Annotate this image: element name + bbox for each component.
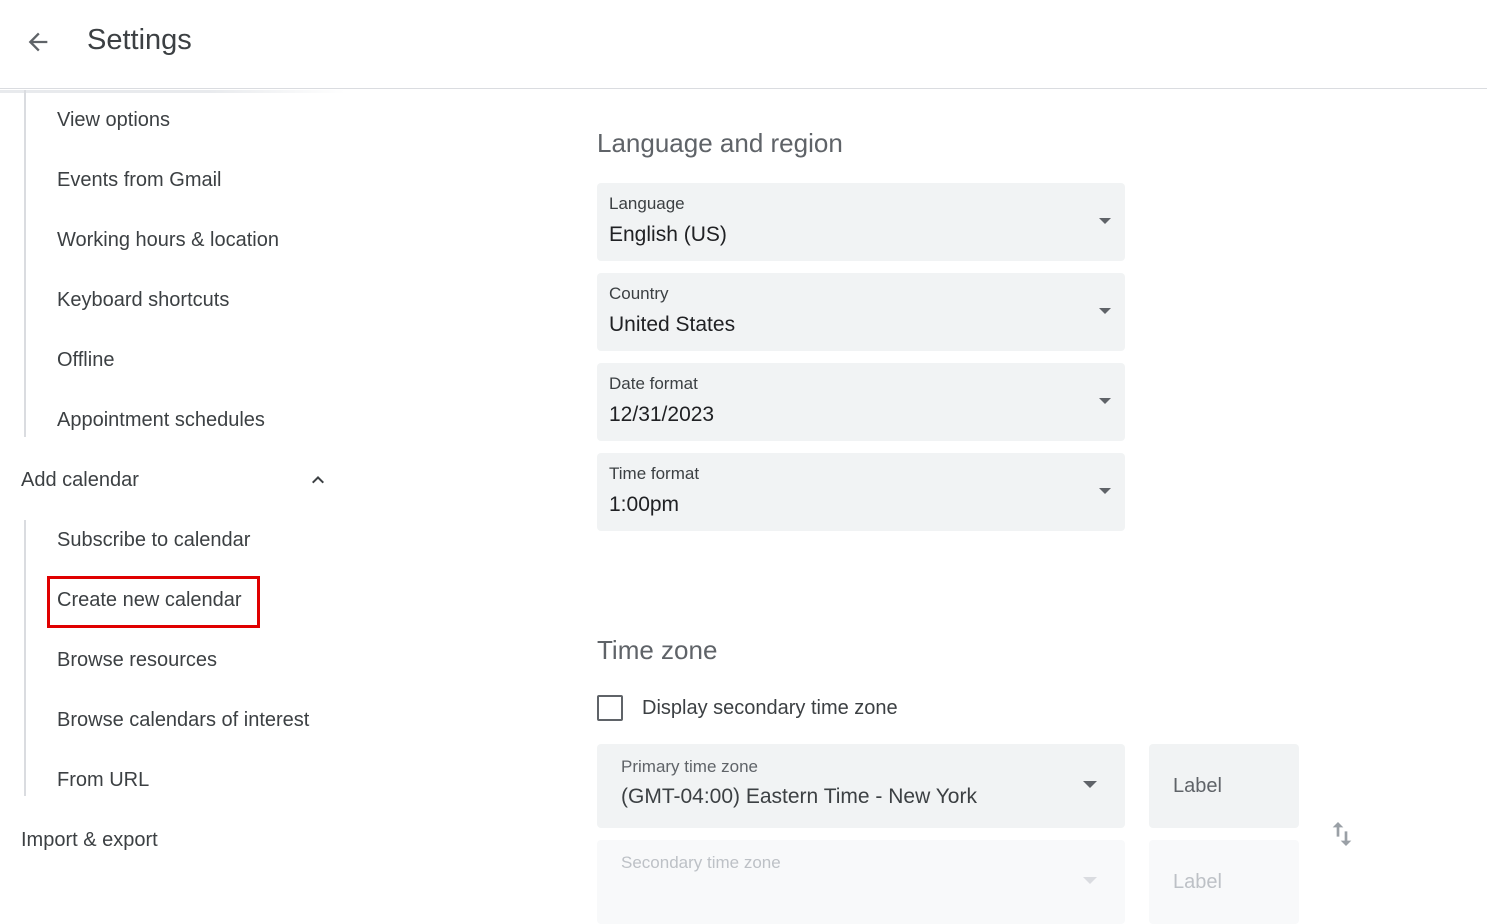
swap-vertical-icon bbox=[1332, 822, 1352, 846]
swap-time-zones-button[interactable] bbox=[1326, 818, 1358, 850]
sidebar-item-view-options[interactable]: View options bbox=[57, 100, 170, 140]
primary-time-zone-value: (GMT-04:00) Eastern Time - New York bbox=[621, 785, 977, 808]
date-format-label: Date format bbox=[609, 374, 698, 393]
sidebar-item-create-new-calendar[interactable]: Create new calendar bbox=[57, 580, 242, 620]
sidebar-item-browse-resources[interactable]: Browse resources bbox=[57, 640, 217, 680]
sidebar-item-browse-calendars-of-interest[interactable]: Browse calendars of interest bbox=[57, 700, 309, 740]
back-button[interactable] bbox=[18, 22, 58, 62]
language-value: English (US) bbox=[609, 223, 727, 246]
country-value: United States bbox=[609, 313, 736, 336]
arrow-back-icon bbox=[28, 32, 48, 52]
dropdown-triangle-icon bbox=[1083, 781, 1097, 788]
time-format-value: 1:00pm bbox=[609, 493, 680, 516]
country-select[interactable]: Country United States bbox=[597, 273, 1125, 351]
primary-time-zone-select[interactable]: Primary time zone (GMT-04:00) Eastern Ti… bbox=[597, 744, 1125, 828]
sidebar-item-offline[interactable]: Offline bbox=[57, 340, 114, 380]
sidebar-item-working-hours[interactable]: Working hours & location bbox=[57, 220, 279, 260]
sidebar-item-keyboard-shortcuts[interactable]: Keyboard shortcuts bbox=[57, 280, 229, 320]
sidebar-item-from-url[interactable]: From URL bbox=[57, 760, 149, 800]
dropdown-triangle-icon bbox=[1099, 488, 1111, 494]
dropdown-triangle-icon bbox=[1099, 398, 1111, 404]
primary-time-zone-label: Primary time zone bbox=[621, 757, 758, 776]
secondary-time-zone-label: Secondary time zone bbox=[621, 853, 781, 872]
date-format-select[interactable]: Date format 12/31/2023 bbox=[597, 363, 1125, 441]
country-label: Country bbox=[609, 284, 669, 303]
primary-time-zone-label-input[interactable]: Label bbox=[1149, 744, 1299, 828]
page-title: Settings bbox=[87, 24, 192, 56]
sidebar-top-shadow bbox=[0, 90, 345, 93]
language-select[interactable]: Language English (US) bbox=[597, 183, 1125, 261]
add-calendar-collapse-button[interactable] bbox=[304, 466, 332, 494]
nav-group-line-add-calendar bbox=[24, 520, 26, 796]
app-header: Settings bbox=[0, 0, 1487, 89]
secondary-time-zone-label-input[interactable]: Label bbox=[1149, 840, 1299, 924]
time-format-select[interactable]: Time format 1:00pm bbox=[597, 453, 1125, 531]
dropdown-triangle-icon bbox=[1099, 218, 1111, 224]
nav-group-line-general bbox=[24, 90, 26, 437]
time-format-label: Time format bbox=[609, 464, 700, 483]
time-zone-title: Time zone bbox=[597, 635, 718, 665]
sidebar-section-import-export[interactable]: Import & export bbox=[21, 820, 158, 860]
secondary-time-zone-select[interactable]: Secondary time zone bbox=[597, 840, 1125, 924]
sidebar-item-subscribe-to-calendar[interactable]: Subscribe to calendar bbox=[57, 520, 250, 560]
sidebar-section-add-calendar[interactable]: Add calendar bbox=[21, 460, 139, 500]
chevron-up-icon bbox=[312, 476, 324, 484]
dropdown-triangle-icon bbox=[1099, 308, 1111, 314]
language-region-title: Language and region bbox=[597, 128, 843, 158]
sidebar-item-events-from-gmail[interactable]: Events from Gmail bbox=[57, 160, 221, 200]
secondary-time-zone-checkbox-label[interactable]: Display secondary time zone bbox=[642, 697, 898, 720]
date-format-value: 12/31/2023 bbox=[609, 403, 715, 426]
secondary-time-zone-checkbox[interactable] bbox=[597, 695, 623, 721]
language-label: Language bbox=[609, 194, 685, 213]
sidebar-item-appointment-schedules[interactable]: Appointment schedules bbox=[57, 400, 265, 440]
